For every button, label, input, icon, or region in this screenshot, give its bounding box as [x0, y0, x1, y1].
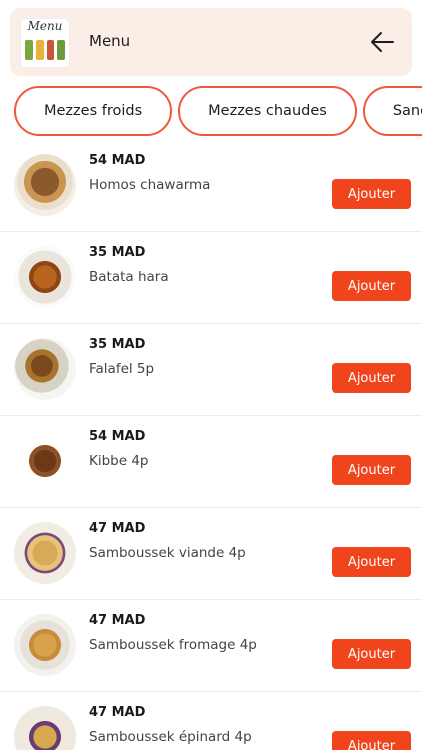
list-item: 54 MAD Homos chawarma Ajouter: [0, 140, 422, 232]
menu-list: 54 MAD Homos chawarma Ajouter 35 MAD Bat…: [0, 140, 422, 750]
item-name: Falafel 5p: [89, 361, 155, 377]
dish-image: [14, 246, 76, 308]
add-button[interactable]: Ajouter: [332, 271, 411, 301]
add-button[interactable]: Ajouter: [332, 639, 411, 669]
restaurant-logo: Menu: [20, 18, 70, 68]
dish-image: [14, 614, 76, 676]
list-item: 47 MAD Samboussek viande 4p Ajouter: [0, 508, 422, 600]
logo-graphic: [25, 40, 65, 60]
item-price: 47 MAD: [89, 613, 146, 628]
dish-image: [14, 522, 76, 584]
item-name: Homos chawarma: [89, 177, 211, 193]
list-item: 35 MAD Falafel 5p Ajouter: [0, 324, 422, 416]
tab-sandwichs[interactable]: Sandwichs: [362, 86, 422, 136]
add-button[interactable]: Ajouter: [332, 363, 411, 393]
add-button[interactable]: Ajouter: [332, 731, 411, 750]
add-button[interactable]: Ajouter: [332, 455, 411, 485]
dish-image: [14, 338, 76, 400]
tab-mezzes-chaudes[interactable]: Mezzes chaudes: [178, 86, 357, 136]
item-price: 54 MAD: [89, 429, 146, 444]
add-button[interactable]: Ajouter: [332, 179, 411, 209]
item-price: 47 MAD: [89, 521, 146, 536]
back-button[interactable]: [368, 28, 396, 56]
item-price: 47 MAD: [89, 705, 146, 720]
item-name: Samboussek viande 4p: [89, 545, 246, 561]
item-price: 35 MAD: [89, 337, 146, 352]
item-price: 35 MAD: [89, 245, 146, 260]
item-name: Samboussek fromage 4p: [89, 637, 257, 653]
item-name: Kibbe 4p: [89, 453, 149, 469]
list-item: 47 MAD Samboussek épinard 4p Ajouter: [0, 692, 422, 750]
item-name: Batata hara: [89, 269, 169, 285]
logo-text: Menu: [27, 19, 63, 33]
list-item: 35 MAD Batata hara Ajouter: [0, 232, 422, 324]
list-item: 47 MAD Samboussek fromage 4p Ajouter: [0, 600, 422, 692]
category-tabs: Mezzes froidsMezzes chaudesSandwichs: [14, 86, 422, 136]
arrow-left-icon: [371, 32, 394, 52]
item-price: 54 MAD: [89, 153, 146, 168]
tab-mezzes-froids[interactable]: Mezzes froids: [14, 86, 173, 136]
dish-image: [14, 706, 76, 750]
add-button[interactable]: Ajouter: [332, 547, 411, 577]
list-item: 54 MAD Kibbe 4p Ajouter: [0, 416, 422, 508]
page-title: Menu: [89, 32, 131, 50]
item-name: Samboussek épinard 4p: [89, 729, 252, 745]
dish-image: [14, 430, 76, 492]
dish-image: [14, 154, 76, 216]
app-header: Menu Menu: [10, 8, 412, 76]
